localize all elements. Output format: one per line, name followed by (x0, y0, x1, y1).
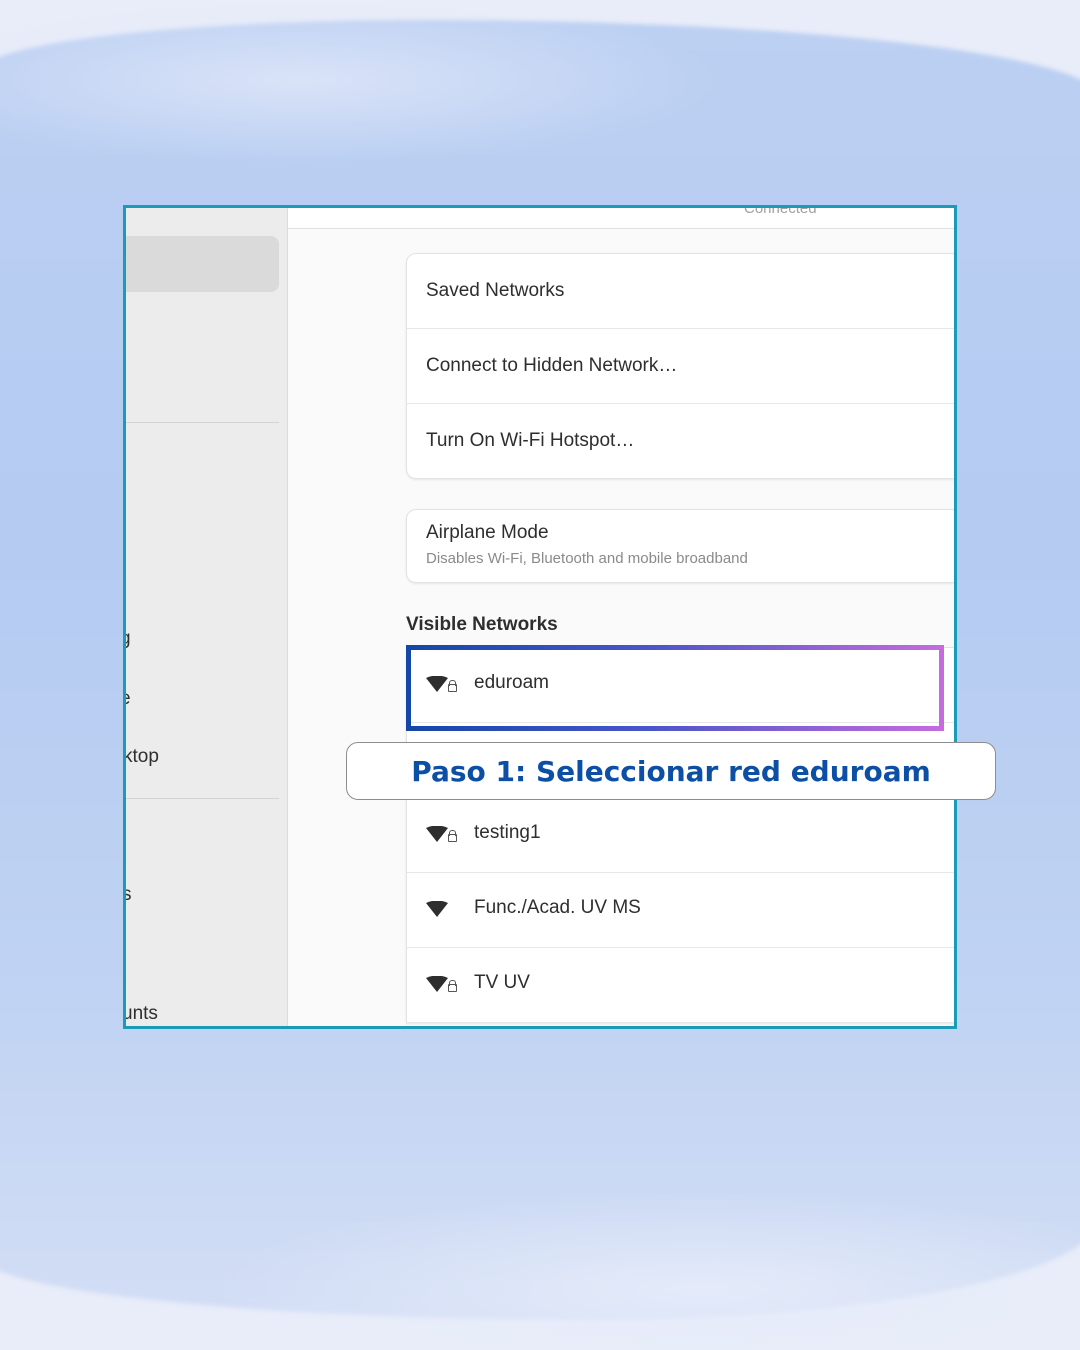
saved-networks-item[interactable]: Saved Networks (407, 254, 954, 329)
lock-icon (448, 830, 457, 842)
sidebar-item-label[interactable]: g (126, 628, 131, 650)
sidebar-item-wifi-selected[interactable] (126, 236, 279, 292)
wifi-settings-panel: Connected Saved Networks Connect to Hidd… (288, 208, 954, 1026)
network-name: Func./Acad. UV MS (474, 897, 641, 918)
connected-network-row[interactable]: Connected (288, 208, 954, 229)
sidebar-item-label[interactable]: s (126, 884, 132, 906)
network-name: TV UV (474, 972, 530, 993)
menu-item-label: Saved Networks (426, 280, 565, 301)
step-callout: Paso 1: Seleccionar red eduroam (346, 742, 996, 800)
step-callout-text: Paso 1: Seleccionar red eduroam (411, 754, 931, 788)
wifi-hotspot-item[interactable]: Turn On Wi-Fi Hotspot… (407, 404, 954, 478)
sidebar-divider (126, 798, 279, 799)
wifi-icon (426, 901, 448, 917)
screenshot-frame: g e ktop s unts Connected Saved Networks… (123, 205, 957, 1029)
airplane-mode-subtitle: Disables Wi-Fi, Bluetooth and mobile bro… (426, 550, 748, 567)
sidebar-divider (126, 422, 279, 423)
menu-item-label: Connect to Hidden Network… (426, 355, 678, 376)
connect-hidden-network-item[interactable]: Connect to Hidden Network… (407, 329, 954, 404)
sidebar-item-label[interactable]: ktop (126, 746, 159, 768)
wifi-icon (426, 826, 448, 842)
network-row-tv-uv[interactable]: TV UV (407, 948, 954, 1023)
network-row-testing1[interactable]: testing1 (407, 798, 954, 873)
sidebar-item-label[interactable]: e (126, 688, 131, 710)
airplane-mode-title: Airplane Mode (426, 522, 549, 543)
visible-networks-heading: Visible Networks (406, 614, 558, 635)
eduroam-highlight-box (406, 645, 944, 731)
network-name: testing1 (474, 822, 541, 843)
lock-icon (448, 980, 457, 992)
airplane-mode-row[interactable]: Airplane Mode Disables Wi-Fi, Bluetooth … (406, 509, 954, 583)
sidebar-item-label[interactable]: unts (126, 1003, 158, 1025)
connection-status: Connected (744, 205, 817, 217)
menu-item-label: Turn On Wi-Fi Hotspot… (426, 430, 635, 451)
wifi-icon (426, 976, 448, 992)
wifi-options-card: Saved Networks Connect to Hidden Network… (406, 253, 954, 479)
network-row-func-acad[interactable]: Func./Acad. UV MS (407, 873, 954, 948)
settings-sidebar: g e ktop s unts (126, 208, 288, 1026)
